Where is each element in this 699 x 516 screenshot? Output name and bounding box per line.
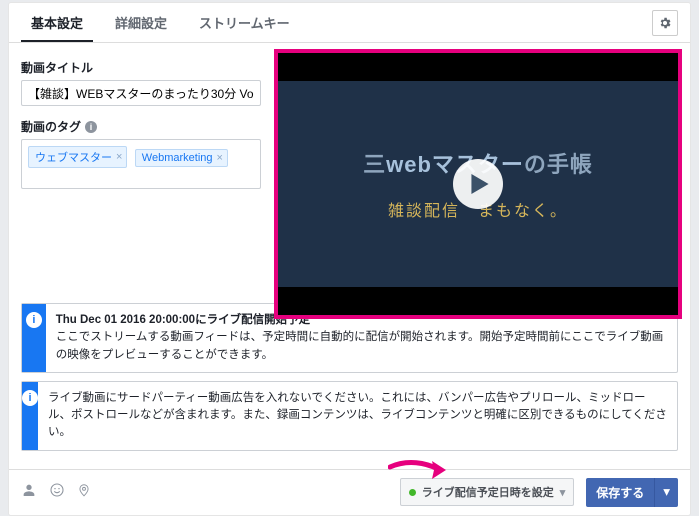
info-icon: i bbox=[22, 390, 38, 406]
ads-notice: i ライブ動画にサードパーティー動画広告を入れないでください。これには、バンパー… bbox=[21, 381, 678, 451]
save-dropdown-button[interactable]: ▾ bbox=[654, 478, 678, 507]
dropdown-caret-icon: ▾ bbox=[560, 486, 566, 499]
notice-body: ここでストリームする動画フィードは、予定時間に自動的に配信が開始されます。開始予… bbox=[56, 331, 664, 360]
footer-bar: ライブ配信予定日時を設定 ▾ 保存する ▾ bbox=[9, 469, 690, 515]
emoji-icon[interactable] bbox=[49, 482, 65, 503]
info-icon: i bbox=[26, 312, 42, 328]
tabs-bar: 基本設定 詳細設定 ストリームキー bbox=[9, 3, 690, 43]
video-tags-input[interactable]: ウェブマスター× Webmarketing× bbox=[21, 139, 261, 189]
tab-basic[interactable]: 基本設定 bbox=[21, 3, 93, 42]
notice-icon-strip: i bbox=[22, 304, 46, 372]
notice-title: Thu Dec 01 2016 20:00:00にライブ配信開始予定 bbox=[56, 314, 310, 326]
tag-person-icon[interactable] bbox=[21, 482, 37, 503]
video-preview: 三webマスターの手帳 雑談配信 まもなく。 bbox=[274, 49, 682, 319]
notice-body: ライブ動画にサードパーティー動画広告を入れないでください。これには、バンパー広告… bbox=[48, 392, 667, 439]
tab-streamkey[interactable]: ストリームキー bbox=[189, 3, 300, 42]
tag-pill: Webmarketing× bbox=[135, 149, 228, 167]
location-icon[interactable] bbox=[77, 481, 91, 504]
notices: i Thu Dec 01 2016 20:00:00にライブ配信開始予定 ここで… bbox=[9, 303, 690, 469]
tag-remove-icon[interactable]: × bbox=[217, 152, 223, 164]
play-button[interactable] bbox=[453, 159, 503, 209]
video-title-input[interactable] bbox=[21, 80, 261, 106]
save-button[interactable]: 保存する bbox=[586, 478, 654, 507]
save-button-group: 保存する ▾ bbox=[586, 478, 678, 507]
settings-body: 動画タイトル 動画のタグ i ウェブマスター× Webmarketing× 三w… bbox=[9, 43, 690, 303]
settings-gear-button[interactable] bbox=[652, 10, 678, 36]
status-dot-icon bbox=[409, 489, 416, 496]
tab-advanced[interactable]: 詳細設定 bbox=[105, 3, 177, 42]
play-icon bbox=[471, 174, 489, 194]
notice-icon-strip: i bbox=[22, 382, 38, 450]
live-settings-modal: 基本設定 詳細設定 ストリームキー 動画タイトル 動画のタグ i ウェブマスター… bbox=[8, 2, 691, 516]
gear-icon bbox=[658, 16, 672, 30]
schedule-button[interactable]: ライブ配信予定日時を設定 ▾ bbox=[400, 478, 575, 506]
tag-remove-icon[interactable]: × bbox=[116, 151, 122, 163]
info-icon[interactable]: i bbox=[85, 121, 97, 133]
tag-pill: ウェブマスター× bbox=[28, 146, 127, 168]
